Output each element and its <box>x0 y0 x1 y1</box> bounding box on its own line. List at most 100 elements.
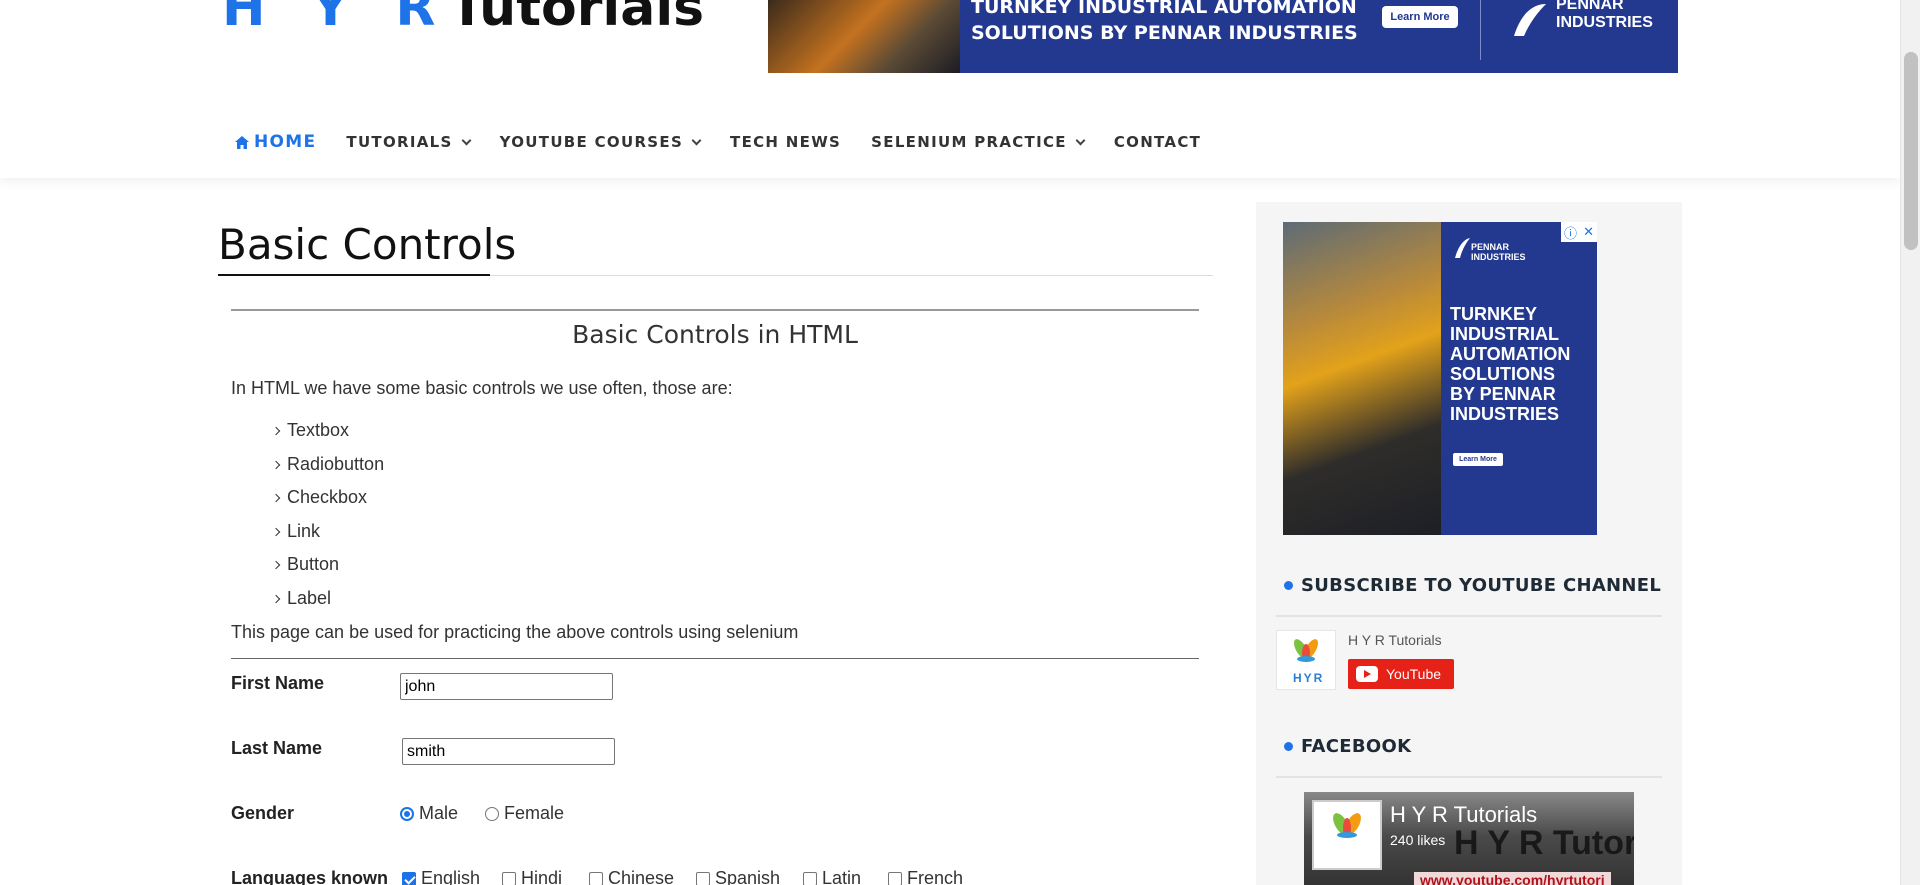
languages-label: Languages known <box>231 868 389 885</box>
gender-female-option[interactable]: Female <box>485 803 564 824</box>
chevron-down-icon <box>461 135 472 145</box>
chevron-right-icon <box>271 460 281 469</box>
facebook-page-name[interactable]: H Y R Tutorials <box>1390 802 1537 828</box>
language-latin-option[interactable]: Latin <box>803 868 861 885</box>
chinese-checkbox[interactable] <box>589 871 603 885</box>
nav-tech-news[interactable]: TECH NEWS <box>730 132 841 152</box>
list-item: Radiobutton <box>271 448 384 482</box>
section-rule-top <box>231 309 1199 311</box>
close-icon[interactable]: ✕ <box>1583 224 1594 240</box>
ad-brand: PENNAR INDUSTRIES <box>1556 0 1653 31</box>
nav-home-label: HOME <box>254 132 317 152</box>
english-label: English <box>421 868 481 885</box>
hindi-label: Hindi <box>521 868 563 885</box>
widget-divider <box>1276 776 1662 778</box>
language-english-option[interactable]: English <box>402 868 480 885</box>
list-item: Textbox <box>271 414 384 448</box>
site-header: H Y RTutorials TURNKEY INDUSTRIAL AUTOMA… <box>0 0 1900 178</box>
chevron-right-icon <box>271 594 281 604</box>
nav-youtube-courses-label: YOUTUBE COURSES <box>499 133 684 151</box>
section-rule-mid <box>231 658 1199 659</box>
list-item-label: Textbox <box>287 420 350 440</box>
english-checkbox[interactable] <box>402 871 416 885</box>
chevron-right-icon <box>271 493 281 503</box>
nav-selenium-practice[interactable]: SELENIUM PRACTICE <box>871 132 1086 152</box>
list-item-label: Button <box>287 554 340 575</box>
facebook-widget-title: FACEBOOK <box>1284 736 1411 757</box>
main-nav: HOME TUTORIALS YOUTUBE COURSES TECH NEWS… <box>234 132 1201 152</box>
nav-home[interactable]: HOME <box>234 132 316 152</box>
controls-list: Textbox Radiobutton Checkbox Link Button… <box>271 414 384 616</box>
page-title: Basic Controls <box>218 220 517 269</box>
chevron-right-icon <box>271 561 281 570</box>
french-checkbox[interactable] <box>888 871 902 885</box>
site-logo[interactable]: H Y RTutorials <box>222 0 704 38</box>
chevron-right-icon <box>271 426 281 436</box>
home-icon <box>235 135 249 149</box>
sidebar-ad[interactable]: PENNAR INDUSTRIES TURNKEY INDUSTRIAL AUT… <box>1283 222 1597 535</box>
language-spanish-option[interactable]: Spanish <box>696 868 780 885</box>
youtube-button-label: YouTube <box>1386 666 1442 682</box>
list-item: Label <box>271 582 384 616</box>
first-name-label: First Name <box>231 673 325 693</box>
nav-contact[interactable]: CONTACT <box>1114 132 1201 152</box>
ad-photo <box>768 0 960 73</box>
chevron-right-icon <box>271 527 281 537</box>
sidebar-ad-learn-more-button[interactable]: Learn More <box>1453 453 1503 466</box>
youtube-subscribe-button[interactable]: YouTube <box>1348 659 1454 689</box>
female-label: Female <box>504 803 565 823</box>
facebook-cover-text: H Y R Tutoria <box>1454 824 1634 862</box>
nav-youtube-courses[interactable]: YOUTUBE COURSES <box>499 132 702 152</box>
intro-text: In HTML we have some basic controls we u… <box>231 378 733 398</box>
logo-hyr: H Y R <box>222 0 450 38</box>
latin-label: Latin <box>822 868 862 885</box>
info-icon[interactable]: ⓘ <box>1564 223 1577 242</box>
list-item: Checkbox <box>271 481 384 515</box>
chinese-label: Chinese <box>608 868 675 885</box>
bullet-icon <box>1284 581 1293 590</box>
nav-tech-news-label: TECH NEWS <box>730 133 842 151</box>
title-underline <box>218 274 490 276</box>
ad-learn-more-button[interactable]: Learn More <box>1382 6 1458 28</box>
list-item-label: Checkbox <box>287 487 368 508</box>
list-item: Button <box>271 548 384 582</box>
language-french-option[interactable]: French <box>888 868 963 885</box>
youtube-widget-title: SUBSCRIBE TO YOUTUBE CHANNEL <box>1284 575 1661 596</box>
nav-contact-label: CONTACT <box>1113 133 1202 151</box>
french-label: French <box>907 868 964 885</box>
facebook-page-avatar[interactable] <box>1312 800 1382 870</box>
nav-tutorials-label: TUTORIALS <box>346 133 453 151</box>
facebook-cover-url: www.youtube.com/hyrtutori <box>1414 872 1611 885</box>
hyr-logo-icon <box>1333 813 1361 838</box>
facebook-page-plugin[interactable]: H Y R Tutoria www.youtube.com/hyrtutori … <box>1304 792 1634 885</box>
chevron-down-icon <box>691 135 702 145</box>
outro-text: This page can be used for practicing the… <box>231 622 799 642</box>
channel-name[interactable]: H Y R Tutorials <box>1348 632 1442 648</box>
nav-tutorials[interactable]: TUTORIALS <box>346 132 472 152</box>
list-item-label: Label <box>287 587 332 608</box>
male-radio[interactable] <box>400 806 414 821</box>
pennar-logo-icon <box>1514 4 1546 36</box>
channel-avatar[interactable]: HYR <box>1276 630 1336 690</box>
section-subtitle: Basic Controls in HTML <box>572 320 858 349</box>
scrollbar-thumb[interactable] <box>1904 52 1918 250</box>
language-chinese-option[interactable]: Chinese <box>589 868 674 885</box>
chevron-down-icon <box>1075 135 1086 145</box>
ad-divider <box>1480 0 1481 60</box>
male-label: Male <box>419 803 459 823</box>
ad-headline: TURNKEY INDUSTRIAL AUTOMATION SOLUTIONS … <box>971 0 1358 44</box>
latin-checkbox[interactable] <box>803 871 817 885</box>
gender-male-option[interactable]: Male <box>400 803 458 824</box>
sidebar-ad-photo <box>1283 222 1441 535</box>
first-name-field[interactable] <box>400 673 613 700</box>
female-radio[interactable] <box>485 806 499 821</box>
spanish-checkbox[interactable] <box>696 871 710 885</box>
page-scrollbar[interactable] <box>1900 0 1920 885</box>
language-hindi-option[interactable]: Hindi <box>502 868 562 885</box>
last-name-field[interactable] <box>402 738 615 765</box>
ad-choices[interactable]: ⓘ ✕ <box>1561 222 1597 242</box>
top-banner-ad[interactable]: TURNKEY INDUSTRIAL AUTOMATION SOLUTIONS … <box>768 0 1678 73</box>
nav-selenium-practice-label: SELENIUM PRACTICE <box>871 133 1067 151</box>
hindi-checkbox[interactable] <box>502 871 516 885</box>
sidebar-ad-brand: PENNAR INDUSTRIES <box>1471 242 1526 262</box>
